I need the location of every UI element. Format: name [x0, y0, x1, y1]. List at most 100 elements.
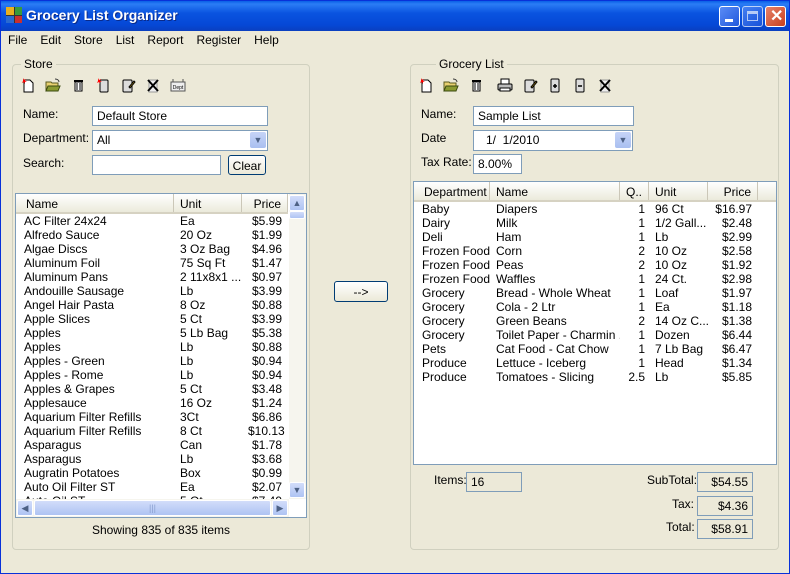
item-name: Apples - Green [24, 354, 105, 368]
chevron-down-icon[interactable]: ▼ [250, 132, 266, 148]
remove-item-button[interactable] [592, 75, 617, 95]
grocery-list-items[interactable]: Department Name Q.. Unit Price Baby Diape… [413, 181, 777, 465]
item-unit: 2 11x8x1 ... [180, 270, 242, 284]
search-input[interactable] [92, 155, 221, 175]
item-price: $3.68 [251, 452, 282, 466]
menu-report[interactable]: Report [140, 31, 189, 49]
scroll-up-button[interactable]: ▲ [289, 195, 305, 211]
item-unit: 8 Ct [180, 424, 203, 438]
store-list-row[interactable]: Auto Oil Filter ST Ea $2.07 [16, 480, 288, 494]
minus-can-icon [575, 78, 584, 93]
store-list-row[interactable]: Aluminum Pans 2 11x8x1 ... $0.97 [16, 270, 288, 284]
store-list-row[interactable]: Apples & Grapes 5 Ct $3.48 [16, 382, 288, 396]
grocery-list-row[interactable]: Frozen Foods Corn 2 10 Oz $2.58 [414, 244, 758, 258]
store-name-input[interactable]: Default Store [92, 106, 268, 126]
store-list-row[interactable]: Applesauce 16 Oz $1.24 [16, 396, 288, 410]
store-list-row[interactable]: Alfredo Sauce 20 Oz $1.99 [16, 228, 288, 242]
store-list-row[interactable]: Asparagus Lb $3.68 [16, 452, 288, 466]
title-bar[interactable]: Grocery List Organizer ✕ [1, 1, 789, 31]
store-list-row[interactable]: Aquarium Filter Refills 3Ct $6.86 [16, 410, 288, 424]
menu-store[interactable]: Store [67, 31, 109, 49]
open-list-button[interactable] [438, 75, 463, 95]
increase-quantity-button[interactable] [542, 75, 567, 95]
new-can-icon [96, 78, 108, 93]
clear-button[interactable]: Clear [228, 155, 266, 175]
grocery-list-row[interactable]: Dairy Milk 1 1/2 Gall... $2.48 [414, 216, 758, 230]
horizontal-scroll-thumb[interactable]: ||| [34, 500, 271, 516]
new-item-button[interactable] [90, 75, 115, 95]
store-list-row[interactable]: AC Filter 24x24 Ea $5.99 [16, 214, 288, 228]
store-list-row[interactable]: Aluminum Foil 75 Sq Ft $1.47 [16, 256, 288, 270]
delete-store-button[interactable] [65, 75, 90, 95]
maximize-button[interactable] [742, 6, 763, 27]
store-vertical-scrollbar[interactable]: ▲ ▼ [289, 194, 306, 499]
grocery-list-row[interactable]: Baby Diapers 1 96 Ct $16.97 [414, 202, 758, 216]
column-header-department[interactable]: Department [414, 182, 490, 200]
store-items-list[interactable]: Name Unit Price AC Filter 24x24 Ea $5.99 Al… [15, 193, 307, 518]
scroll-down-button[interactable]: ▼ [289, 482, 305, 498]
delete-list-button[interactable] [463, 75, 488, 95]
scroll-left-button[interactable]: ◀ [17, 500, 33, 516]
grocery-list-row[interactable]: Deli Ham 1 Lb $2.99 [414, 230, 758, 244]
menu-help[interactable]: Help [247, 31, 285, 49]
menu-edit[interactable]: Edit [33, 31, 67, 49]
store-list-row[interactable]: Apples - Green Lb $0.94 [16, 354, 288, 368]
store-list-row[interactable]: Angel Hair Pasta 8 Oz $0.88 [16, 298, 288, 312]
add-to-list-button[interactable]: --> [334, 281, 388, 302]
department-select[interactable]: All ▼ [92, 130, 268, 151]
grocery-list-row[interactable]: Grocery Green Beans 2 14 Oz C... $1.38 [414, 314, 758, 328]
new-list-button[interactable] [413, 75, 438, 95]
store-list-row[interactable]: Apples - Rome Lb $0.94 [16, 368, 288, 382]
minimize-button[interactable] [719, 6, 740, 27]
store-list-row[interactable]: Asparagus Can $1.78 [16, 438, 288, 452]
department-button[interactable]: Dept [165, 75, 190, 95]
department-label: Department: [23, 131, 90, 145]
delete-item-button[interactable] [140, 75, 165, 95]
item-unit: Can [180, 438, 203, 452]
column-header-unit[interactable]: Unit [174, 194, 242, 212]
column-header-price[interactable]: Price [708, 182, 758, 200]
column-header-price[interactable]: Price [242, 194, 288, 212]
column-header-name[interactable]: Name [490, 182, 620, 200]
grocery-list-row[interactable]: Produce Tomatoes - Slicing 2.5 Lb $5.85 [414, 370, 758, 384]
item-unit: Lb [180, 340, 194, 354]
items-count-label: Items: [434, 473, 467, 487]
menu-list[interactable]: List [109, 31, 141, 49]
print-button[interactable] [492, 75, 517, 95]
item-price: $2.58 [721, 244, 752, 258]
grocery-list-row[interactable]: Grocery Cola - 2 Ltr 1 Ea $1.18 [414, 300, 758, 314]
list-name-input[interactable]: Sample List [473, 106, 634, 126]
column-header-quantity[interactable]: Q.. [620, 182, 649, 200]
store-list-row[interactable]: Apples 5 Lb Bag $5.38 [16, 326, 288, 340]
item-unit: Dozen [655, 328, 690, 342]
close-button[interactable]: ✕ [765, 6, 786, 27]
item-name: Asparagus [24, 438, 82, 452]
store-list-row[interactable]: Aquarium Filter Refills 8 Ct $10.13 [16, 424, 288, 438]
menu-register[interactable]: Register [189, 31, 247, 49]
store-list-row[interactable]: Andouille Sausage Lb $3.99 [16, 284, 288, 298]
decrease-quantity-button[interactable] [567, 75, 592, 95]
grocery-list-row[interactable]: Grocery Bread - Whole Wheat 1 Loaf $1.97 [414, 286, 758, 300]
store-list-row[interactable]: Augratin Potatoes Box $0.99 [16, 466, 288, 480]
column-header-unit[interactable]: Unit [649, 182, 708, 200]
grocery-list-row[interactable]: Pets Cat Food - Cat Chow 1 7 Lb Bag $6.47 [414, 342, 758, 356]
open-store-button[interactable] [40, 75, 65, 95]
edit-item-button[interactable] [115, 75, 140, 95]
grocery-list-row[interactable]: Produce Lettuce - Iceberg 1 Head $1.34 [414, 356, 758, 370]
grocery-list-row[interactable]: Grocery Toilet Paper - Charmin ... 1 Dozen $… [414, 328, 758, 342]
scroll-thumb[interactable] [289, 211, 305, 219]
chevron-down-icon[interactable]: ▼ [615, 132, 631, 148]
menu-file[interactable]: File [1, 31, 33, 49]
column-header-name[interactable]: Name [16, 194, 174, 212]
store-list-row[interactable]: Algae Discs 3 Oz Bag $4.96 [16, 242, 288, 256]
grocery-list-row[interactable]: Frozen Foods Waffles 1 24 Ct. $2.98 [414, 272, 758, 286]
edit-list-item-button[interactable] [517, 75, 542, 95]
store-list-row[interactable]: Apples Lb $0.88 [16, 340, 288, 354]
date-picker[interactable]: 1/ 1/2010 ▼ [473, 130, 633, 151]
store-horizontal-scrollbar[interactable]: ◀ ||| ▶ [16, 499, 289, 517]
new-store-button[interactable] [15, 75, 40, 95]
store-list-row[interactable]: Apple Slices 5 Ct $3.99 [16, 312, 288, 326]
scroll-right-button[interactable]: ▶ [272, 500, 288, 516]
tax-rate-input[interactable]: 8.00% [473, 154, 522, 174]
grocery-list-row[interactable]: Frozen Foods Peas 2 10 Oz $1.92 [414, 258, 758, 272]
